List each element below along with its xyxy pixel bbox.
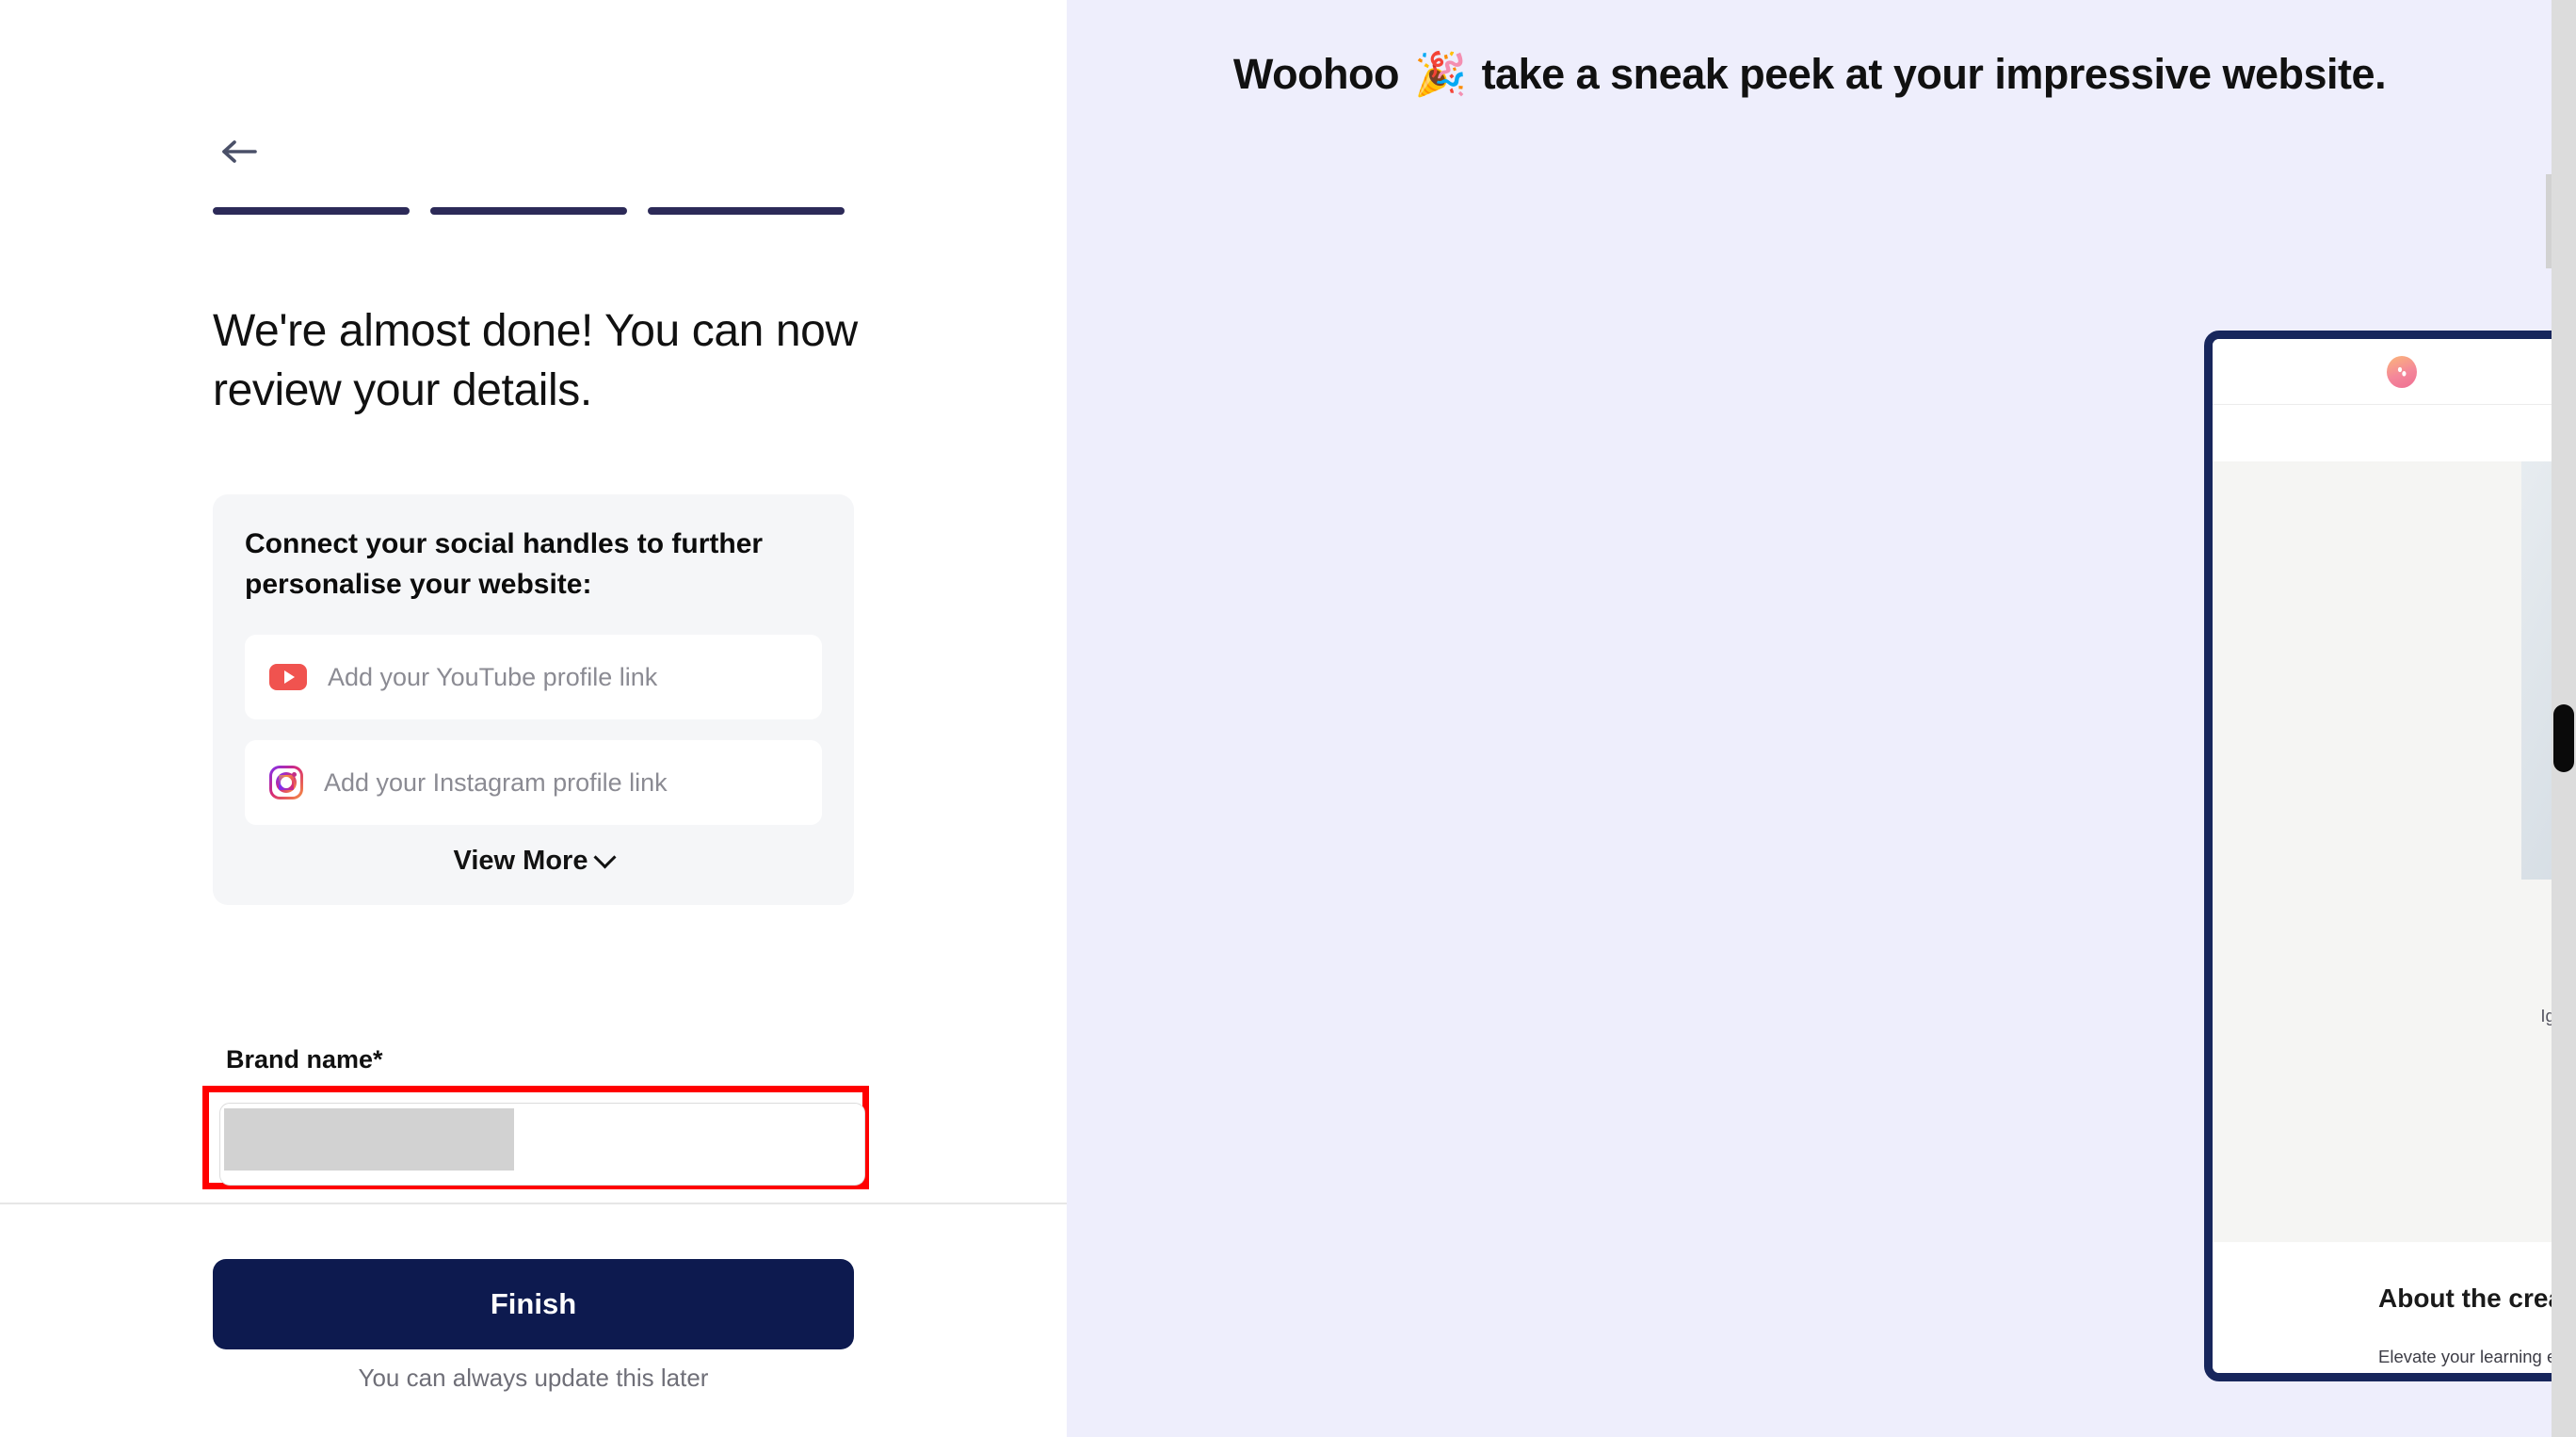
back-button[interactable] [215, 127, 264, 176]
about-creator-section: About the creator Elevate your learning … [2213, 1241, 2576, 1373]
preview-heading: Woohoo 🎉 take a sneak peek at your impre… [1067, 49, 2552, 99]
brand-name-input[interactable] [219, 1103, 865, 1186]
onboarding-screen: We're almost done! You can now review yo… [0, 0, 2576, 1437]
view-more-label: View More [453, 846, 588, 877]
about-creator-heading: About the creator [2378, 1283, 2576, 1313]
preview-nav-links: About Courses Membership [2213, 359, 2576, 384]
brand-name-highlight-box [202, 1086, 869, 1189]
social-card-title: Connect your social handles to further p… [245, 528, 764, 600]
instagram-input-placeholder: Add your Instagram profile link [324, 767, 668, 797]
preview-site-body: Ignite your entrepreneurial spirit with … [2213, 461, 2576, 1373]
instagram-icon [269, 766, 303, 800]
instagram-input-row[interactable]: Add your Instagram profile link [245, 740, 822, 826]
about-creator-body: Elevate your learning experience with Va… [2378, 1346, 2576, 1366]
arrow-left-icon [222, 140, 257, 163]
progress-segment-2 [430, 207, 627, 215]
website-preview-frame: About Courses Membership [2204, 331, 2576, 1381]
progress-segment-1 [213, 207, 410, 215]
youtube-icon [269, 664, 307, 691]
youtube-input-placeholder: Add your YouTube profile link [328, 662, 658, 691]
preview-heading-before: Woohoo [1232, 49, 1400, 98]
left-form-panel: We're almost done! You can now review yo… [0, 0, 1067, 1437]
finish-note: You can always update this later [358, 1364, 709, 1392]
preview-heading-after: take a sneak peek at your impressive web… [1481, 49, 2387, 98]
page-scrollbar[interactable] [2552, 0, 2576, 1437]
party-popper-icon: 🎉 [1414, 50, 1467, 98]
site-social-links [2213, 1111, 2576, 1133]
page-title: We're almost done! You can now review yo… [213, 306, 858, 416]
finish-button[interactable]: Finish [213, 1259, 854, 1349]
brand-name-redaction [224, 1108, 514, 1171]
social-handles-card: Connect your social handles to further p… [213, 494, 854, 906]
brand-name-label: Brand name* [226, 1045, 383, 1074]
form-divider [0, 1203, 1067, 1204]
progress-segment-3 [648, 207, 845, 215]
youtube-input-row[interactable]: Add your YouTube profile link [245, 635, 822, 720]
right-preview-panel: Woohoo 🎉 take a sneak peek at your impre… [1067, 0, 2576, 1437]
page-scrollbar-thumb[interactable] [2553, 704, 2574, 772]
progress-indicator [213, 207, 845, 215]
chevron-down-icon [593, 846, 617, 869]
preview-site-nav: About Courses Membership [2213, 339, 2576, 405]
view-more-button[interactable]: View More [245, 846, 822, 877]
